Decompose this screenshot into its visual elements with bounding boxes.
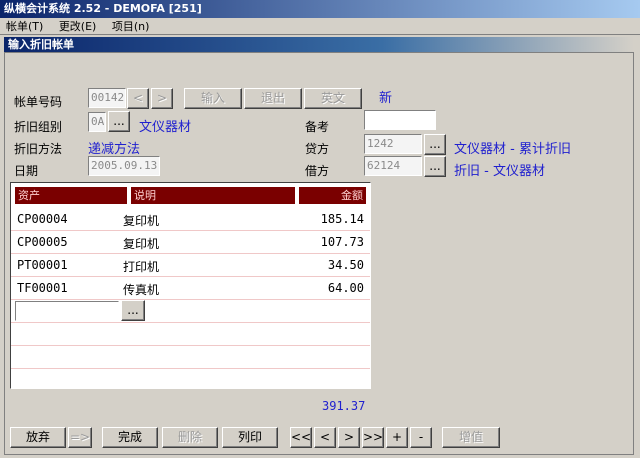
voucher-number-field[interactable]: 00142 [88, 88, 126, 108]
remove-record-button[interactable]: - [410, 427, 432, 448]
table-row[interactable]: CP00005 复印机 107.73 [11, 231, 370, 254]
asset-code: CP00004 [17, 212, 68, 226]
menu-items[interactable]: 项目(n) [112, 20, 150, 33]
date-field[interactable]: 2005.09.13 [88, 156, 160, 176]
asset-code: PT00001 [17, 258, 68, 272]
new-asset-input[interactable] [15, 301, 119, 321]
next-voucher-button[interactable]: > [151, 88, 173, 109]
debit-name: 折旧 - 文仪器材 [454, 164, 545, 179]
column-header-amount: 金额 [299, 187, 366, 204]
prev-voucher-button[interactable]: < [127, 88, 149, 109]
window-title: 纵横会计系统 2.52 - DEMOFA [251] [0, 0, 640, 18]
done-button[interactable]: 完成 [102, 427, 158, 448]
remark-label: 备考 [305, 120, 330, 134]
empty-row [11, 323, 370, 346]
add-value-button[interactable]: 增值 [442, 427, 500, 448]
menu-edit[interactable]: 更改(E) [59, 20, 97, 33]
asset-code: CP00005 [17, 235, 68, 249]
last-record-button[interactable]: >> [362, 427, 384, 448]
asset-grid[interactable]: 资产 说明 金额 CP00004 复印机 185.14 CP00005 复印机 … [10, 182, 371, 389]
discard-button[interactable]: 放弃 [10, 427, 66, 448]
asset-lookup-button[interactable]: ... [121, 300, 145, 321]
empty-row [11, 346, 370, 369]
panel-title: 输入折旧帐单 [4, 37, 634, 52]
asset-description: 传真机 [123, 283, 160, 297]
credit-label: 贷方 [305, 142, 330, 156]
asset-amount: 185.14 [320, 212, 364, 226]
prev-record-button[interactable]: < [314, 427, 336, 448]
table-row[interactable]: TF00001 传真机 64.00 [11, 277, 370, 300]
menu-bar: 帐单(T) 更改(E) 项目(n) [0, 18, 640, 35]
method-label: 折旧方法 [14, 142, 63, 156]
print-button[interactable]: 列印 [222, 427, 278, 448]
credit-lookup-button[interactable]: ... [424, 134, 446, 155]
date-label: 日期 [14, 164, 39, 178]
asset-description: 打印机 [123, 260, 160, 274]
asset-amount: 64.00 [327, 281, 364, 295]
group-name: 文仪器材 [139, 120, 192, 135]
method-value: 递减方法 [88, 142, 141, 157]
credit-code-field[interactable]: 1242 [364, 134, 422, 154]
debit-code-field[interactable]: 62124 [364, 156, 422, 176]
asset-amount: 107.73 [320, 235, 364, 249]
voucher-label: 帐单号码 [14, 95, 63, 109]
add-record-button[interactable]: + [386, 427, 408, 448]
exit-button[interactable]: 退出 [244, 88, 302, 109]
group-lookup-button[interactable]: ... [108, 111, 130, 132]
asset-description: 复印机 [123, 214, 160, 228]
credit-name: 文仪器材 - 累计折旧 [454, 142, 571, 157]
debit-lookup-button[interactable]: ... [424, 156, 446, 177]
debit-label: 借方 [305, 164, 330, 178]
menu-voucher[interactable]: 帐单(T) [6, 20, 43, 33]
asset-description: 复印机 [123, 237, 160, 251]
delete-button[interactable]: 删除 [162, 427, 218, 448]
table-row[interactable]: CP00004 复印机 185.14 [11, 208, 370, 231]
input-button[interactable]: 输入 [184, 88, 242, 109]
new-entry-row[interactable]: ... [11, 300, 370, 323]
column-header-description: 说明 [131, 187, 295, 204]
status-text: 新 [379, 91, 393, 106]
next-record-button[interactable]: > [338, 427, 360, 448]
group-label: 折旧组别 [14, 120, 63, 134]
group-code-field[interactable]: 0A [88, 112, 106, 132]
remark-field[interactable] [364, 110, 436, 130]
english-button[interactable]: 英文 [304, 88, 362, 109]
column-header-asset: 资产 [15, 187, 127, 204]
asset-code: TF00001 [17, 281, 68, 295]
table-row[interactable]: PT00001 打印机 34.50 [11, 254, 370, 277]
first-record-button[interactable]: << [290, 427, 312, 448]
total-amount: 391.37 [322, 399, 366, 413]
asset-amount: 34.50 [327, 258, 364, 272]
arrow-button[interactable]: => [68, 427, 92, 448]
